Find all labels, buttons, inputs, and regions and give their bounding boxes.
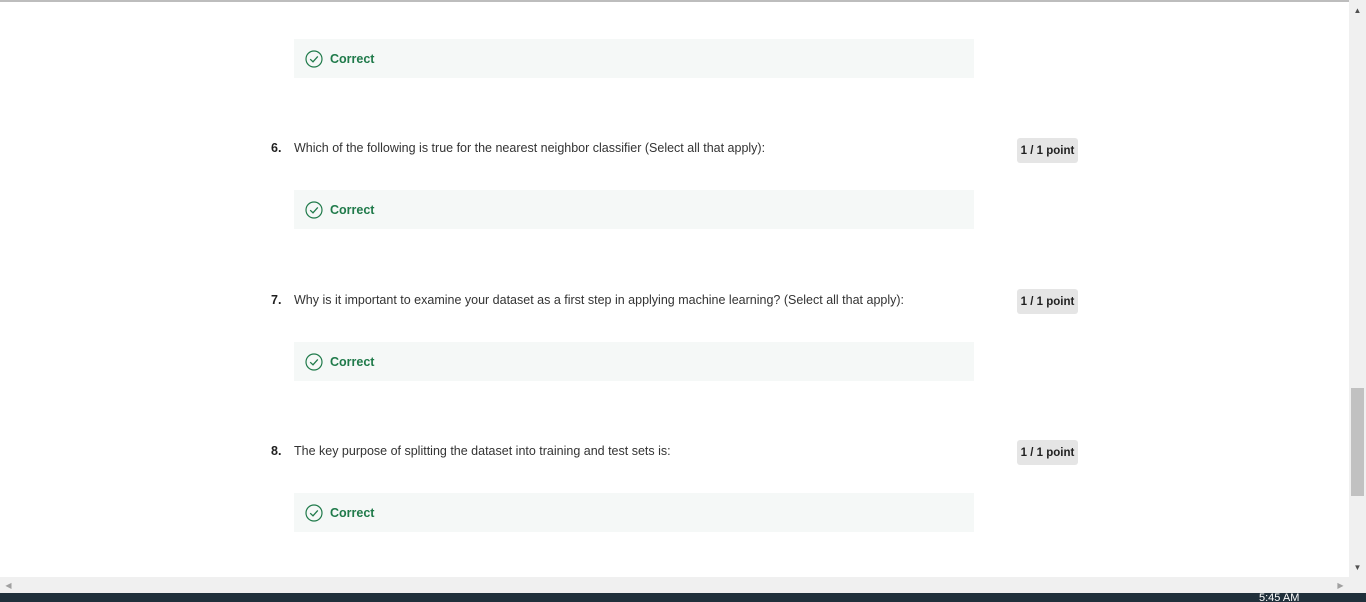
- scroll-right-arrow-icon[interactable]: ▶: [1332, 577, 1349, 593]
- points-badge: 1 / 1 point: [1017, 138, 1078, 163]
- scroll-left-arrow-icon[interactable]: ◀: [0, 577, 17, 593]
- vertical-scroll-thumb[interactable]: [1351, 388, 1364, 496]
- correct-label: Correct: [330, 202, 375, 217]
- check-circle-icon: [305, 200, 323, 219]
- question-text: The key purpose of splitting the dataset…: [294, 444, 671, 458]
- feedback-box-q8: Correct: [294, 493, 974, 532]
- points-badge: 1 / 1 point: [1017, 289, 1078, 314]
- feedback-box-q6: Correct: [294, 190, 974, 229]
- feedback-box-q7: Correct: [294, 342, 974, 381]
- taskbar: 5:45 AM: [0, 593, 1366, 602]
- question-number: 6.: [271, 141, 282, 155]
- taskbar-clock[interactable]: 5:45 AM: [1259, 593, 1299, 602]
- check-circle-icon: [305, 503, 323, 522]
- question-number: 8.: [271, 444, 282, 458]
- vertical-scrollbar[interactable]: ▲ ▼: [1349, 0, 1366, 577]
- question-text: Which of the following is true for the n…: [294, 141, 766, 155]
- scroll-up-arrow-icon[interactable]: ▲: [1349, 2, 1366, 19]
- correct-label: Correct: [330, 51, 375, 66]
- check-circle-icon: [305, 49, 323, 68]
- page-top-border: [0, 0, 1349, 2]
- question-text: Why is it important to examine your data…: [294, 293, 905, 307]
- correct-label: Correct: [330, 354, 375, 369]
- feedback-box-q5: Correct: [294, 39, 974, 78]
- points-badge: 1 / 1 point: [1017, 440, 1078, 465]
- horizontal-scrollbar[interactable]: ◀ ▶: [0, 577, 1349, 593]
- question-number: 7.: [271, 293, 282, 307]
- scrollbar-corner: [1349, 577, 1366, 593]
- correct-label: Correct: [330, 505, 375, 520]
- check-circle-icon: [305, 352, 323, 371]
- scroll-down-arrow-icon[interactable]: ▼: [1349, 559, 1366, 576]
- quiz-results-page: Correct 6. Which of the following is tru…: [0, 0, 1349, 577]
